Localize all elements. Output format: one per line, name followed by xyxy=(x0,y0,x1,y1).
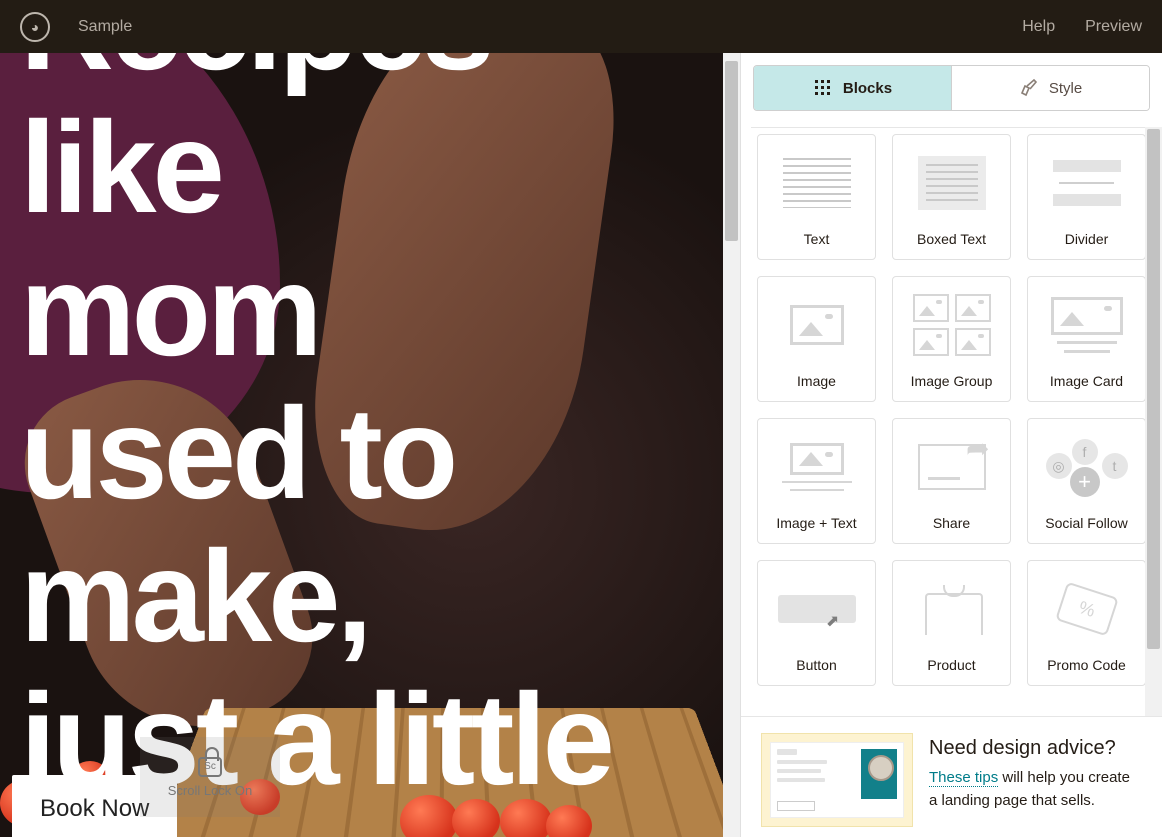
blocks-grid: Text Boxed Text Divider Image Image Grou xyxy=(751,127,1152,702)
side-panel: Blocks Style Text Boxed Text xyxy=(740,53,1162,837)
preview-link[interactable]: Preview xyxy=(1085,18,1142,36)
boxed-text-icon xyxy=(918,156,986,210)
advice-thumbnail xyxy=(761,733,913,827)
hero-line-1: Recipes like xyxy=(20,53,723,239)
hero-headline[interactable]: Recipes like mom used to make, just a li… xyxy=(20,53,723,837)
scroll-lock-indicator: Sc Scroll Lock On xyxy=(140,737,280,817)
block-image[interactable]: Image xyxy=(757,276,876,402)
image-card-icon xyxy=(1051,297,1123,353)
block-text[interactable]: Text xyxy=(757,134,876,260)
page-preview[interactable]: Recipes like mom used to make, just a li… xyxy=(0,53,723,837)
divider-icon xyxy=(1053,160,1121,206)
canvas-scrollbar-thumb[interactable] xyxy=(725,61,738,241)
advice-tips-link[interactable]: These tips xyxy=(929,769,998,787)
project-name-link[interactable]: Sample xyxy=(78,18,132,36)
block-social-follow[interactable]: f ◎ t + Social Follow xyxy=(1027,418,1146,544)
block-image-text[interactable]: Image + Text xyxy=(757,418,876,544)
paintbrush-icon xyxy=(1019,78,1039,98)
design-advice-card: Need design advice? These tips will help… xyxy=(741,716,1162,837)
block-product[interactable]: Product xyxy=(892,560,1011,686)
block-image-group[interactable]: Image Group xyxy=(892,276,1011,402)
block-divider[interactable]: Divider xyxy=(1027,134,1146,260)
mailchimp-logo-icon[interactable]: ◕ xyxy=(20,12,50,42)
hero-line-2: mom xyxy=(20,239,723,382)
hero-line-4: make, xyxy=(20,525,723,668)
block-image-card[interactable]: Image Card xyxy=(1027,276,1146,402)
tab-blocks[interactable]: Blocks xyxy=(754,66,951,110)
image-icon xyxy=(790,305,844,345)
help-link[interactable]: Help xyxy=(1022,18,1055,36)
canvas-scrollbar[interactable] xyxy=(723,53,740,837)
advice-title: Need design advice? xyxy=(929,733,1139,763)
panel-tabs: Blocks Style xyxy=(753,65,1150,111)
block-boxed-text[interactable]: Boxed Text xyxy=(892,134,1011,260)
product-icon xyxy=(925,585,979,633)
tab-style-label: Style xyxy=(1049,80,1082,97)
share-icon xyxy=(918,444,986,490)
tab-style[interactable]: Style xyxy=(951,66,1149,110)
blocks-grid-icon xyxy=(813,78,833,98)
image-group-icon xyxy=(913,294,991,356)
lock-icon: Sc xyxy=(198,757,222,777)
canvas-area[interactable]: Recipes like mom used to make, just a li… xyxy=(0,53,740,837)
button-icon xyxy=(778,595,856,623)
panel-scrollbar-thumb[interactable] xyxy=(1147,129,1160,649)
promo-code-icon: % xyxy=(1055,582,1119,637)
scroll-lock-label: Scroll Lock On xyxy=(168,783,253,798)
block-button[interactable]: Button xyxy=(757,560,876,686)
advice-body: These tips will help you create a landin… xyxy=(929,767,1139,812)
block-promo-code[interactable]: % Promo Code xyxy=(1027,560,1146,686)
panel-scrollbar[interactable] xyxy=(1145,127,1162,716)
topbar: ◕ Sample Help Preview xyxy=(0,0,1162,53)
text-icon xyxy=(783,158,851,208)
block-share[interactable]: Share xyxy=(892,418,1011,544)
tab-blocks-label: Blocks xyxy=(843,80,892,97)
social-follow-icon: f ◎ t + xyxy=(1048,439,1126,495)
image-text-icon xyxy=(782,443,852,491)
hero-line-3: used to xyxy=(20,382,723,525)
